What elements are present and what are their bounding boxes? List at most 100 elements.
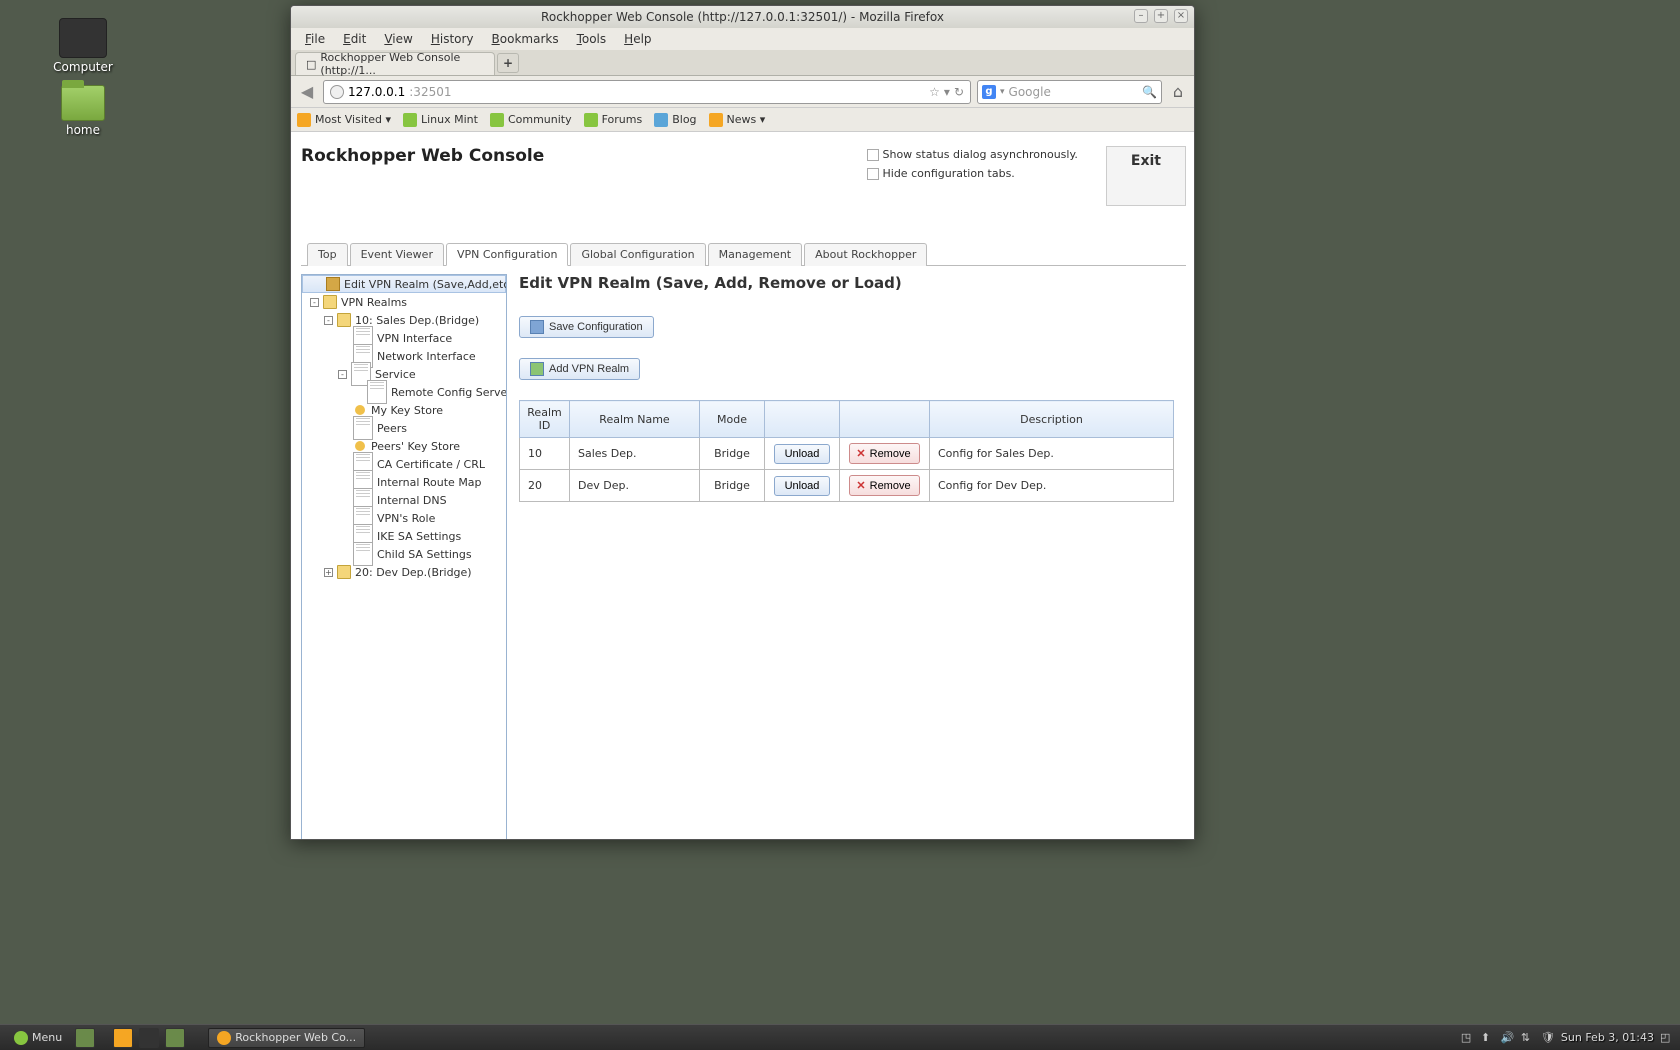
tree-expander-icon[interactable]: - xyxy=(338,370,347,379)
menu-view[interactable]: View xyxy=(376,30,420,48)
tree-item-label: Network Interface xyxy=(377,350,476,363)
bookmark-news[interactable]: News ▾ xyxy=(709,113,766,127)
checkbox-hide-tabs[interactable]: Hide configuration tabs. xyxy=(867,167,1078,180)
tree-item-label: IKE SA Settings xyxy=(377,530,461,543)
tree-item[interactable]: +20: Dev Dep.(Bridge) xyxy=(302,563,506,581)
tree-item[interactable]: VPN's Role xyxy=(302,509,506,527)
tray-workspace-icon[interactable]: ◳ xyxy=(1461,1031,1475,1045)
desktop-icon-home[interactable]: home xyxy=(38,85,128,137)
save-configuration-button[interactable]: Save Configuration xyxy=(519,316,654,338)
tree-expander-icon[interactable]: - xyxy=(324,316,333,325)
tree-expander-icon[interactable]: + xyxy=(324,568,333,577)
browser-tab-bar: □ Rockhopper Web Console (http://1... + xyxy=(291,50,1194,76)
tray-shield-icon[interactable]: 🛡 xyxy=(1541,1031,1555,1045)
mint-icon xyxy=(403,113,417,127)
bookmark-forums[interactable]: Forums xyxy=(584,113,643,127)
show-desktop-button[interactable] xyxy=(75,1028,95,1048)
tree-item[interactable]: Network Interface xyxy=(302,347,506,365)
tree-item[interactable]: -10: Sales Dep.(Bridge) xyxy=(302,311,506,329)
tree-item-label: VPN Interface xyxy=(377,332,452,345)
site-identity-icon[interactable] xyxy=(330,85,344,99)
maximize-button[interactable]: + xyxy=(1154,9,1168,23)
search-dropdown-icon[interactable]: ▾ xyxy=(1000,87,1005,97)
tree-item[interactable]: Internal DNS xyxy=(302,491,506,509)
col-realm-name: Realm Name xyxy=(570,401,700,438)
menu-tools[interactable]: Tools xyxy=(569,30,615,48)
tree-item-label: VPN Realms xyxy=(341,296,407,309)
tab-global-configuration[interactable]: Global Configuration xyxy=(570,243,705,266)
menu-history[interactable]: History xyxy=(423,30,482,48)
bookmark-mostvisited[interactable]: Most Visited ▾ xyxy=(297,113,391,127)
taskbar-task-firefox[interactable]: Rockhopper Web Co... xyxy=(208,1028,365,1048)
url-dropdown-icon[interactable]: ▾ xyxy=(944,85,950,99)
tree-item[interactable]: VPN Interface xyxy=(302,329,506,347)
browser-tab[interactable]: □ Rockhopper Web Console (http://1... xyxy=(295,52,495,75)
checkbox-async-status[interactable]: Show status dialog asynchronously. xyxy=(867,148,1078,161)
bookmark-community[interactable]: Community xyxy=(490,113,572,127)
search-bar[interactable]: g ▾ Google 🔍 xyxy=(977,80,1162,104)
col-unload xyxy=(765,401,840,438)
bookmark-linuxmint[interactable]: Linux Mint xyxy=(403,113,478,127)
desktop-icon-computer[interactable]: Computer xyxy=(38,18,128,74)
launcher-terminal[interactable] xyxy=(139,1028,159,1048)
exit-button[interactable]: Exit xyxy=(1106,146,1186,206)
unload-button[interactable]: Unload xyxy=(774,476,831,496)
tab-top[interactable]: Top xyxy=(307,243,348,266)
url-bar[interactable]: 127.0.0.1:32501 ☆ ▾ ↻ xyxy=(323,80,971,104)
tray-updates-icon[interactable]: ⬆ xyxy=(1481,1031,1495,1045)
tab-about[interactable]: About Rockhopper xyxy=(804,243,927,266)
folder-icon xyxy=(61,85,105,121)
tab-favicon: □ xyxy=(306,58,316,71)
unload-button[interactable]: Unload xyxy=(774,444,831,464)
search-go-icon[interactable]: 🔍 xyxy=(1142,85,1157,99)
window-titlebar[interactable]: Rockhopper Web Console (http://127.0.0.1… xyxy=(291,6,1194,28)
tree-item[interactable]: Remote Config Server xyxy=(302,383,506,401)
tree-expander-icon[interactable]: - xyxy=(310,298,319,307)
tree-item-label: Peers' Key Store xyxy=(371,440,460,453)
firefox-icon xyxy=(217,1031,231,1045)
tree-item[interactable]: Peers xyxy=(302,419,506,437)
home-button[interactable]: ⌂ xyxy=(1168,82,1188,101)
tree-item[interactable]: Internal Route Map xyxy=(302,473,506,491)
tray-volume-icon[interactable]: 🔊 xyxy=(1501,1031,1515,1045)
menu-file[interactable]: File xyxy=(297,30,333,48)
tray-network-icon[interactable]: ⇅ xyxy=(1521,1031,1535,1045)
tab-management[interactable]: Management xyxy=(708,243,802,266)
tab-vpn-configuration[interactable]: VPN Configuration xyxy=(446,243,568,266)
tree-item[interactable]: Peers' Key Store xyxy=(302,437,506,455)
page-content: Rockhopper Web Console Show status dialo… xyxy=(291,132,1194,839)
tree-item-label: My Key Store xyxy=(371,404,443,417)
close-button[interactable]: × xyxy=(1174,9,1188,23)
tree-item[interactable]: - VPN Realms xyxy=(302,293,506,311)
tree-item[interactable]: -Service xyxy=(302,365,506,383)
minimize-button[interactable]: – xyxy=(1134,9,1148,23)
menu-bookmarks[interactable]: Bookmarks xyxy=(484,30,567,48)
cell-realm-name: Dev Dep. xyxy=(570,470,700,502)
tree-item-label: CA Certificate / CRL xyxy=(377,458,485,471)
launcher-firefox[interactable] xyxy=(113,1028,133,1048)
tree-item[interactable]: My Key Store xyxy=(302,401,506,419)
bookmark-blog[interactable]: Blog xyxy=(654,113,696,127)
back-button[interactable]: ◀ xyxy=(297,82,317,102)
col-realm-id: Realm ID xyxy=(520,401,570,438)
tray-show-desktop-icon[interactable]: ◰ xyxy=(1660,1031,1674,1045)
tree-item[interactable]: Edit VPN Realm (Save,Add,etc.) xyxy=(302,275,506,293)
remove-button[interactable]: ✕Remove xyxy=(849,475,919,496)
content-tabs: Top Event Viewer VPN Configuration Globa… xyxy=(301,242,1186,266)
url-port: :32501 xyxy=(409,85,451,99)
menu-help[interactable]: Help xyxy=(616,30,659,48)
tree-item[interactable]: IKE SA Settings xyxy=(302,527,506,545)
tab-event-viewer[interactable]: Event Viewer xyxy=(350,243,444,266)
new-tab-button[interactable]: + xyxy=(497,53,519,73)
google-icon[interactable]: g xyxy=(982,85,996,99)
launcher-files[interactable] xyxy=(165,1028,185,1048)
clock[interactable]: Sun Feb 3, 01:43 xyxy=(1561,1031,1654,1044)
start-menu-button[interactable]: Menu xyxy=(6,1029,70,1047)
remove-button[interactable]: ✕Remove xyxy=(849,443,919,464)
tree-item[interactable]: CA Certificate / CRL xyxy=(302,455,506,473)
menu-edit[interactable]: Edit xyxy=(335,30,374,48)
reload-icon[interactable]: ↻ xyxy=(954,85,964,99)
tree-item[interactable]: Child SA Settings xyxy=(302,545,506,563)
bookmark-star-icon[interactable]: ☆ xyxy=(929,85,940,99)
add-vpn-realm-button[interactable]: Add VPN Realm xyxy=(519,358,640,380)
